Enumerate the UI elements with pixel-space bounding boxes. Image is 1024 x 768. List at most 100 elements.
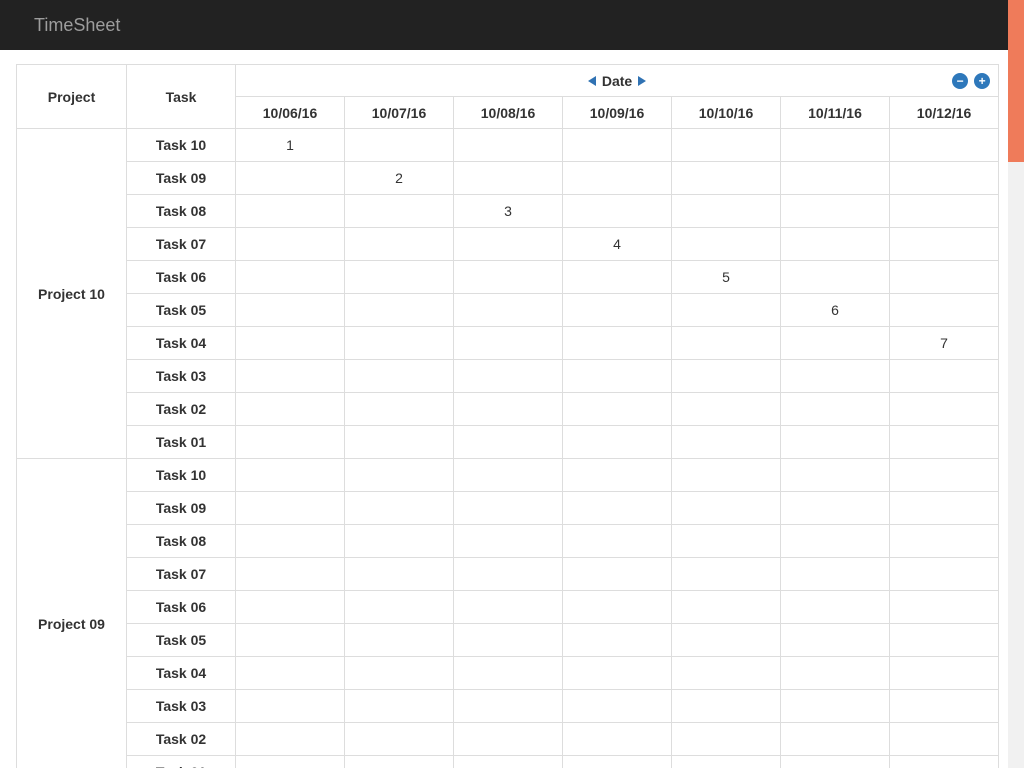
hours-cell[interactable] — [563, 195, 672, 228]
hours-cell[interactable] — [563, 129, 672, 162]
hours-cell[interactable] — [890, 657, 999, 690]
hours-cell[interactable] — [781, 162, 890, 195]
hours-cell[interactable] — [890, 525, 999, 558]
hours-cell[interactable] — [454, 261, 563, 294]
hours-cell[interactable] — [781, 525, 890, 558]
hours-cell[interactable]: 3 — [454, 195, 563, 228]
hours-cell[interactable] — [454, 162, 563, 195]
hours-cell[interactable] — [672, 624, 781, 657]
hours-cell[interactable] — [345, 657, 454, 690]
hours-cell[interactable] — [672, 426, 781, 459]
hours-cell[interactable] — [890, 129, 999, 162]
hours-cell[interactable] — [236, 393, 345, 426]
hours-cell[interactable] — [672, 162, 781, 195]
hours-cell[interactable] — [454, 129, 563, 162]
hours-cell[interactable] — [345, 129, 454, 162]
hours-cell[interactable] — [236, 459, 345, 492]
hours-cell[interactable] — [236, 624, 345, 657]
hours-cell[interactable] — [236, 327, 345, 360]
hours-cell[interactable] — [563, 591, 672, 624]
hours-cell[interactable] — [236, 525, 345, 558]
hours-cell[interactable] — [454, 723, 563, 756]
hours-cell[interactable] — [236, 558, 345, 591]
hours-cell[interactable]: 5 — [672, 261, 781, 294]
hours-cell[interactable] — [454, 624, 563, 657]
hours-cell[interactable] — [781, 393, 890, 426]
hours-cell[interactable] — [890, 624, 999, 657]
hours-cell[interactable] — [345, 459, 454, 492]
hours-cell[interactable] — [890, 360, 999, 393]
hours-cell[interactable] — [236, 294, 345, 327]
hours-cell[interactable] — [563, 558, 672, 591]
app-brand[interactable]: TimeSheet — [0, 0, 1024, 50]
hours-cell[interactable] — [454, 228, 563, 261]
hours-cell[interactable] — [672, 756, 781, 768]
hours-cell[interactable] — [345, 327, 454, 360]
hours-cell[interactable] — [454, 360, 563, 393]
hours-cell[interactable]: 2 — [345, 162, 454, 195]
hours-cell[interactable] — [563, 261, 672, 294]
hours-cell[interactable] — [890, 492, 999, 525]
hours-cell[interactable] — [563, 162, 672, 195]
hours-cell[interactable] — [781, 327, 890, 360]
hours-cell[interactable] — [672, 591, 781, 624]
hours-cell[interactable] — [563, 723, 672, 756]
hours-cell[interactable] — [563, 492, 672, 525]
next-date-range-button[interactable] — [638, 76, 646, 86]
hours-cell[interactable] — [890, 261, 999, 294]
hours-cell[interactable] — [781, 690, 890, 723]
hours-cell[interactable] — [563, 360, 672, 393]
hours-cell[interactable] — [345, 723, 454, 756]
hours-cell[interactable]: 7 — [890, 327, 999, 360]
hours-cell[interactable] — [781, 723, 890, 756]
hours-cell[interactable] — [890, 426, 999, 459]
hours-cell[interactable] — [454, 393, 563, 426]
hours-cell[interactable] — [672, 459, 781, 492]
hours-cell[interactable] — [345, 624, 454, 657]
hours-cell[interactable] — [454, 492, 563, 525]
hours-cell[interactable] — [781, 195, 890, 228]
hours-cell[interactable] — [672, 690, 781, 723]
hours-cell[interactable] — [454, 756, 563, 768]
hours-cell[interactable]: 4 — [563, 228, 672, 261]
hours-cell[interactable] — [672, 294, 781, 327]
hours-cell[interactable] — [236, 690, 345, 723]
hours-cell[interactable] — [781, 756, 890, 768]
hours-cell[interactable] — [672, 525, 781, 558]
hours-cell[interactable] — [672, 723, 781, 756]
prev-date-range-button[interactable] — [588, 76, 596, 86]
hours-cell[interactable] — [236, 756, 345, 768]
hours-cell[interactable] — [890, 591, 999, 624]
hours-cell[interactable] — [345, 195, 454, 228]
hours-cell[interactable] — [781, 426, 890, 459]
hours-cell[interactable] — [672, 558, 781, 591]
hours-cell[interactable] — [345, 360, 454, 393]
hours-cell[interactable] — [454, 426, 563, 459]
hours-cell[interactable] — [236, 162, 345, 195]
hours-cell[interactable] — [672, 393, 781, 426]
hours-cell[interactable] — [563, 624, 672, 657]
hours-cell[interactable] — [345, 393, 454, 426]
hours-cell[interactable] — [454, 591, 563, 624]
hours-cell[interactable] — [345, 690, 454, 723]
hours-cell[interactable] — [781, 261, 890, 294]
hours-cell[interactable] — [454, 294, 563, 327]
hours-cell[interactable] — [672, 228, 781, 261]
hours-cell[interactable] — [890, 228, 999, 261]
hours-cell[interactable] — [345, 558, 454, 591]
hours-cell[interactable] — [236, 723, 345, 756]
hours-cell[interactable] — [345, 525, 454, 558]
hours-cell[interactable] — [236, 261, 345, 294]
hours-cell[interactable] — [672, 360, 781, 393]
hours-cell[interactable] — [454, 327, 563, 360]
hours-cell[interactable] — [781, 591, 890, 624]
hours-cell[interactable] — [236, 657, 345, 690]
hours-cell[interactable] — [345, 591, 454, 624]
hours-cell[interactable] — [563, 690, 672, 723]
hours-cell[interactable] — [236, 228, 345, 261]
hours-cell[interactable] — [345, 228, 454, 261]
hours-cell[interactable] — [781, 558, 890, 591]
hours-cell[interactable] — [890, 723, 999, 756]
hours-cell[interactable] — [781, 657, 890, 690]
remove-date-column-button[interactable]: − — [952, 73, 968, 89]
